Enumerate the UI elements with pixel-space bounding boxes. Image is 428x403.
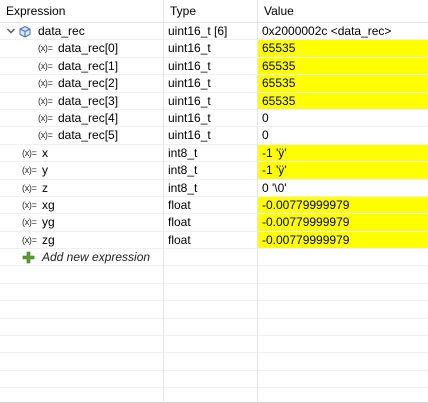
value-cell[interactable]: 65535	[258, 75, 428, 92]
value-cell[interactable]: -1 'ÿ'	[258, 144, 428, 162]
empty-row	[0, 284, 428, 302]
type-cell: uint16_t	[168, 93, 211, 108]
expression-name: data_rec[4]	[58, 110, 119, 125]
variable-icon: (x)=	[38, 78, 53, 89]
expression-row[interactable]: (x)= data_rec[1] uint16_t 65535	[0, 57, 428, 76]
table-header: Expression Type Value	[0, 0, 428, 23]
struct-variable-icon	[19, 25, 31, 38]
empty-row	[0, 336, 428, 354]
value-cell[interactable]: 0	[258, 110, 428, 126]
expression-name: yg	[42, 215, 55, 230]
empty-row	[0, 266, 428, 284]
variable-icon: (x)=	[22, 217, 37, 228]
expression-name: y	[42, 163, 48, 178]
expressions-view: Expression Type Value data_rec uint16_t […	[0, 0, 428, 403]
expression-cell: (x)= data_rec[4]	[0, 110, 163, 126]
variable-icon: (x)=	[38, 130, 53, 141]
type-cell: uint16_t	[168, 76, 211, 91]
column-divider[interactable]	[163, 0, 164, 402]
value-cell[interactable]: 0 '\0'	[258, 180, 428, 196]
type-cell: uint16_t [6]	[168, 24, 228, 38]
type-cell: uint16_t	[168, 41, 211, 56]
value-cell[interactable]: -0.00779999979	[258, 231, 428, 249]
column-header-type[interactable]: Type	[164, 0, 257, 22]
type-cell: float	[168, 197, 191, 212]
empty-row	[0, 319, 428, 337]
expression-name: zg	[42, 232, 55, 247]
expression-row[interactable]: (x)= data_rec[2] uint16_t 65535	[0, 75, 428, 93]
expression-name: data_rec[0]	[58, 41, 119, 56]
expression-cell: (x)= data_rec[1]	[0, 58, 163, 74]
expression-row[interactable]: (x)= xg float -0.00779999979	[0, 196, 428, 215]
value-cell[interactable]: 0x2000002c <data_rec>	[258, 23, 428, 39]
expression-name: data_rec[5]	[58, 128, 119, 143]
variable-icon: (x)=	[38, 43, 53, 54]
expression-row[interactable]: (x)= x int8_t -1 'ÿ'	[0, 144, 428, 163]
expression-row[interactable]: (x)= zg float -0.00779999979	[0, 231, 428, 250]
value-cell[interactable]: 0	[258, 127, 428, 143]
expression-row[interactable]: (x)= yg float -0.00779999979	[0, 214, 428, 232]
type-cell: int8_t	[168, 180, 198, 195]
expression-name: data_rec[1]	[58, 58, 119, 73]
add-new-expression-row[interactable]: Add new expression	[0, 249, 428, 267]
variable-icon: (x)=	[22, 165, 37, 176]
type-cell: int8_t	[168, 145, 198, 160]
empty-row	[0, 301, 428, 319]
expression-cell: (x)= data_rec[3]	[0, 93, 163, 109]
expression-row[interactable]: (x)= data_rec[4] uint16_t 0	[0, 110, 428, 128]
expression-row[interactable]: (x)= data_rec[0] uint16_t 65535	[0, 40, 428, 58]
variable-icon: (x)=	[22, 182, 37, 193]
expression-cell: (x)= y	[0, 162, 163, 178]
column-divider[interactable]	[257, 0, 258, 402]
expression-name: data_rec	[38, 24, 85, 38]
expression-cell: (x)= zg	[0, 232, 163, 248]
variable-icon: (x)=	[38, 60, 53, 71]
expression-tree: data_rec uint16_t [6] 0x2000002c <data_rec…	[0, 23, 428, 389]
expression-cell: (x)= x	[0, 145, 163, 161]
type-cell: uint16_t	[168, 58, 211, 73]
type-cell: uint16_t	[168, 128, 211, 143]
type-cell: uint16_t	[168, 110, 211, 125]
type-cell: float	[168, 232, 191, 247]
expression-cell: (x)= data_rec[5]	[0, 127, 163, 143]
expression-cell: (x)= yg	[0, 214, 163, 230]
type-cell: float	[168, 215, 191, 230]
empty-row	[0, 371, 428, 389]
expression-cell: data_rec	[0, 23, 163, 39]
expression-name: xg	[42, 197, 55, 212]
empty-row	[0, 353, 428, 371]
expression-cell: (x)= xg	[0, 197, 163, 213]
value-cell[interactable]: 65535	[258, 40, 428, 57]
expression-name: data_rec[2]	[58, 76, 119, 91]
expression-cell: (x)= data_rec[0]	[0, 40, 163, 56]
expression-cell: (x)= z	[0, 180, 163, 196]
variable-icon: (x)=	[22, 147, 37, 158]
column-header-expression[interactable]: Expression	[0, 0, 163, 22]
expression-name: z	[42, 180, 48, 195]
value-cell[interactable]: -0.00779999979	[258, 196, 428, 214]
type-cell: int8_t	[168, 163, 198, 178]
variable-icon: (x)=	[22, 234, 37, 245]
value-cell[interactable]: 65535	[258, 57, 428, 75]
value-cell[interactable]: -0.00779999979	[258, 214, 428, 231]
column-header-value[interactable]: Value	[258, 0, 428, 22]
expression-cell: (x)= data_rec[2]	[0, 75, 163, 91]
variable-icon: (x)=	[38, 95, 53, 106]
variable-icon: (x)=	[38, 112, 53, 123]
plus-icon[interactable]	[22, 251, 35, 264]
variable-icon: (x)=	[22, 199, 37, 210]
expression-row[interactable]: (x)= data_rec[3] uint16_t 65535	[0, 92, 428, 110]
expression-row[interactable]: (x)= z int8_t 0 '\0'	[0, 180, 428, 197]
value-cell[interactable]: -1 'ÿ'	[258, 162, 428, 179]
expression-name: data_rec[3]	[58, 93, 119, 108]
expression-row[interactable]: (x)= y int8_t -1 'ÿ'	[0, 162, 428, 180]
expression-name: x	[42, 145, 48, 160]
add-new-expression-label[interactable]: Add new expression	[42, 249, 150, 266]
expression-row[interactable]: (x)= data_rec[5] uint16_t 0	[0, 127, 428, 145]
chevron-down-icon[interactable]	[6, 26, 16, 36]
value-cell[interactable]: 65535	[258, 92, 428, 109]
expression-row[interactable]: data_rec uint16_t [6] 0x2000002c <data_rec…	[0, 23, 428, 41]
